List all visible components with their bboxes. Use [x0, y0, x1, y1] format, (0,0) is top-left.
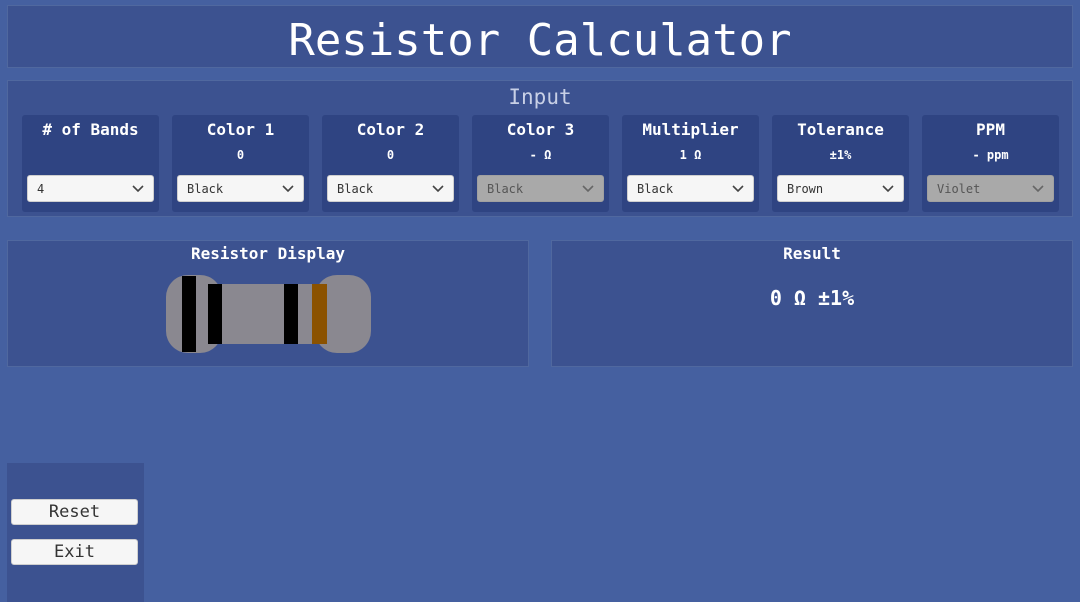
- color-2-select[interactable]: Black: [327, 175, 454, 202]
- card-title: Tolerance: [797, 120, 884, 139]
- select-value: Black: [487, 182, 524, 196]
- card-title: PPM: [976, 120, 1005, 139]
- resistor-band-1: [182, 276, 196, 352]
- card-value: - ppm: [972, 148, 1009, 162]
- select-value: Black: [187, 182, 224, 196]
- chevron-down-icon: [882, 185, 894, 193]
- ppm-select: Violet: [927, 175, 1054, 202]
- input-heading: Input: [508, 85, 572, 109]
- card-title: # of Bands: [42, 120, 139, 139]
- bands-select[interactable]: 4: [27, 175, 154, 202]
- select-value: 4: [37, 182, 45, 196]
- resistor-band-4: [312, 284, 327, 344]
- select-value: Black: [637, 182, 674, 196]
- card-bands: # of Bands 4: [22, 115, 159, 212]
- result-value: 0 Ω ±1%: [769, 286, 855, 310]
- chevron-down-icon: [732, 185, 744, 193]
- card-multiplier: Multiplier 1 Ω Black: [622, 115, 759, 212]
- card-title: Color 3: [506, 120, 575, 139]
- chevron-down-icon: [132, 185, 144, 193]
- card-value: 1 Ω: [679, 148, 702, 162]
- tolerance-select[interactable]: Brown: [777, 175, 904, 202]
- result-heading: Result: [783, 244, 841, 263]
- chevron-down-icon: [1032, 185, 1044, 193]
- input-panel: Input # of Bands 4 Color 1 0 Black Color…: [7, 80, 1073, 217]
- chevron-down-icon: [282, 185, 294, 193]
- card-title: Color 1: [206, 120, 275, 139]
- chevron-down-icon: [582, 185, 594, 193]
- color-3-select: Black: [477, 175, 604, 202]
- reset-button[interactable]: Reset: [11, 499, 138, 525]
- exit-button[interactable]: Exit: [11, 539, 138, 565]
- card-ppm: PPM - ppm Violet: [922, 115, 1059, 212]
- card-title: Color 2: [356, 120, 425, 139]
- card-color-3: Color 3 - Ω Black: [472, 115, 609, 212]
- select-value: Violet: [937, 182, 981, 196]
- card-value: - Ω: [529, 148, 552, 162]
- page-title: Resistor Calculator: [288, 15, 792, 66]
- color-1-select[interactable]: Black: [177, 175, 304, 202]
- resistor-band-3: [284, 284, 298, 344]
- card-title: Multiplier: [642, 120, 739, 139]
- card-color-1: Color 1 0 Black: [172, 115, 309, 212]
- result-panel: Result 0 Ω ±1%: [551, 240, 1073, 367]
- card-value: 0: [236, 148, 245, 162]
- multiplier-select[interactable]: Black: [627, 175, 754, 202]
- card-tolerance: Tolerance ±1% Brown: [772, 115, 909, 212]
- select-value: Brown: [787, 182, 824, 196]
- card-color-2: Color 2 0 Black: [322, 115, 459, 212]
- card-value: ±1%: [829, 148, 852, 162]
- action-panel: Reset Exit: [7, 463, 144, 602]
- resistor-display-panel: Resistor Display: [7, 240, 529, 367]
- card-value: 0: [386, 148, 395, 162]
- resistor-graphic: [166, 275, 371, 353]
- select-value: Black: [337, 182, 374, 196]
- chevron-down-icon: [432, 185, 444, 193]
- title-bar: Resistor Calculator: [7, 5, 1073, 68]
- resistor-band-2: [208, 284, 222, 344]
- display-heading: Resistor Display: [190, 244, 346, 263]
